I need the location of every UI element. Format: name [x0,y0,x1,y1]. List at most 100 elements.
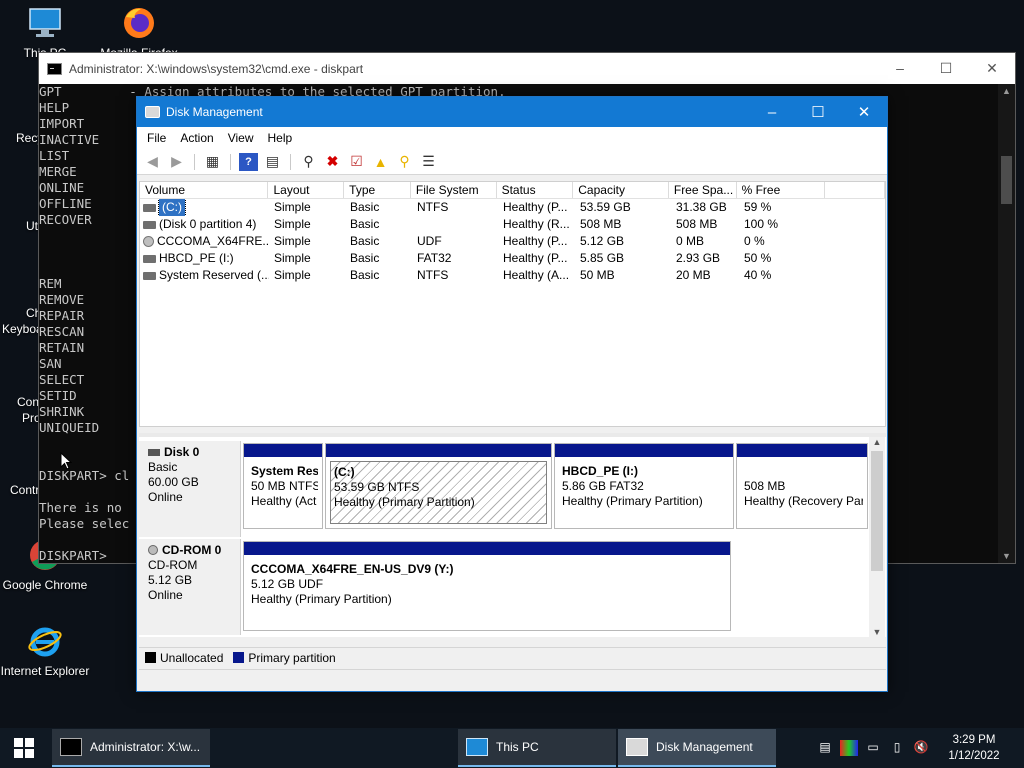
scrollbar-thumb[interactable] [871,451,883,571]
scroll-up-arrow-icon[interactable]: ▲ [869,437,885,447]
volume-row[interactable]: System Reserved (... Simple Basic NTFS Healt… [140,267,885,284]
partition-system-reserved[interactable]: System Rese 50 MB NTFS Healthy (Act [243,443,323,529]
network-icon[interactable]: ▤ [816,740,834,756]
scrollbar-thumb[interactable] [1001,156,1012,204]
dm-window-title: Disk Management [166,105,263,119]
disk-management-window[interactable]: Disk Management – ☐ ✕ File Action View H… [136,96,888,692]
disk-label[interactable]: Disk 0 Basic 60.00 GB Online [139,441,241,537]
partition-hbcd-pe[interactable]: HBCD_PE (I:) 5.86 GB FAT32 Healthy (Prim… [554,443,734,529]
close-button[interactable]: ✕ [841,97,887,127]
start-button[interactable] [0,728,48,768]
cmd-scrollbar[interactable]: ▲ ▼ [998,84,1015,563]
taskbar-button-disk-management[interactable]: Disk Management [618,729,776,767]
delete-icon[interactable]: ✖ [323,153,342,171]
search-folder-icon[interactable]: ⚲ [395,153,414,171]
scroll-up-arrow-icon[interactable]: ▲ [998,86,1015,96]
show-hide-console-tree-icon[interactable]: ▦ [203,153,222,171]
maximize-button[interactable]: ☐ [923,60,969,77]
partition-c[interactable]: (C:) 53.59 GB NTFS Healthy (Primary Part… [325,443,552,529]
properties-icon[interactable]: ▤ [263,153,282,171]
volume-row[interactable]: (Disk 0 partition 4) Simple Basic Healthy (… [140,216,885,233]
legend-label: Unallocated [160,650,224,665]
partition-cd-volume[interactable]: CCCOMA_X64FRE_EN-US_DV9 (Y:) 5.12 GB UDF… [243,541,731,631]
volume-cell-type: Basic [350,217,380,231]
partition-status: Healthy (Recovery Par [744,494,863,508]
toolbar-separator [290,153,291,170]
menu-file[interactable]: File [140,131,173,145]
close-button[interactable]: ✕ [969,60,1015,77]
volume-cell-free: 31.38 GB [676,200,727,214]
partition-body: (C:) 53.59 GB NTFS Healthy (Primary Part… [330,461,547,524]
cmd-title-bar[interactable]: Administrator: X:\windows\system32\cmd.e… [39,53,1015,84]
volume-cell-capacity: 53.59 GB [580,200,631,214]
speaker-muted-icon[interactable]: 🔇 [912,740,930,756]
check-icon[interactable]: ☑ [347,153,366,171]
partition-size: 50 MB NTFS [251,479,318,493]
folder-up-icon[interactable]: ▲ [371,153,390,171]
dm-title-bar[interactable]: Disk Management – ☐ ✕ [137,97,887,127]
volume-row[interactable]: HBCD_PE (I:) Simple Basic FAT32 Healthy (P..… [140,250,885,267]
column-header-capacity[interactable]: Capacity [573,182,669,198]
partition-status: Healthy (Primary Partition) [251,592,392,606]
volume-name: System Reserved (... [159,268,269,282]
taskbar-button-cmd[interactable]: Administrator: X:\w... [52,729,210,767]
menu-help[interactable]: Help [261,131,300,145]
display-icon[interactable]: ▭ [864,740,882,756]
legend-swatch-unallocated [145,652,156,663]
column-header-status[interactable]: Status [497,182,574,198]
volume-cell-layout: Simple [274,234,311,248]
column-header-volume[interactable]: Volume [140,182,269,198]
menu-view[interactable]: View [221,131,261,145]
column-header-free-space[interactable]: Free Spa... [669,182,737,198]
minimize-button[interactable]: – [877,60,923,77]
back-arrow-icon[interactable]: ◀ [143,153,162,171]
scroll-down-arrow-icon[interactable]: ▼ [998,551,1015,561]
volume-name: CCCOMA_X64FRE... [157,234,269,248]
status-bar [139,669,886,689]
mouse-pointer-icon [60,452,72,470]
volume-cell-type: Basic [350,251,380,265]
console-line: SELECT [39,372,85,387]
volume-row[interactable]: CCCOMA_X64FRE... Simple Basic UDF Healthy (P… [140,233,885,250]
column-header-percent-free[interactable]: % Free [737,182,826,198]
forward-arrow-icon[interactable]: ▶ [167,153,186,171]
help-icon[interactable]: ? [239,152,258,171]
maximize-button[interactable]: ☐ [795,97,841,127]
disk-graphical-view[interactable]: Disk 0 Basic 60.00 GB Online System Rese… [139,433,886,637]
partition-size: 5.12 GB UDF [251,577,324,591]
disk-row-disk-0[interactable]: Disk 0 Basic 60.00 GB Online System Rese… [139,441,871,537]
volume-row[interactable]: (C:) Simple Basic NTFS Healthy (P... 53.59 GB… [140,199,885,216]
console-line: IMPORT [39,116,85,131]
clock[interactable]: 3:29 PM 1/12/2022 [936,732,1012,764]
console-line: REPAIR [39,308,85,323]
menu-action[interactable]: Action [173,131,220,145]
volume-name: (C:) [158,199,186,216]
disk-row-cd-rom-0[interactable]: CD-ROM 0 CD-ROM 5.12 GB Online CCCOMA_X6… [139,539,871,635]
partition-status: Healthy (Primary Partition) [562,494,703,508]
list-view-icon[interactable]: ☰ [419,153,438,171]
connect-drive-icon[interactable]: ⚲ [299,153,318,171]
volume-list[interactable]: Volume Layout Type File System Status Ca… [139,181,886,427]
disk-size: 60.00 GB [148,475,199,489]
volume-cell-status: Healthy (P... [503,200,568,214]
partition-body: HBCD_PE (I:) 5.86 GB FAT32 Healthy (Prim… [559,461,729,524]
minimize-button[interactable]: – [749,97,795,127]
volume-cell-fs [412,216,498,233]
partition-recovery[interactable]: 508 MB Healthy (Recovery Par [736,443,868,529]
column-header-blank[interactable] [825,182,885,198]
this-pc-icon [466,738,488,756]
partition-title: System Rese [251,464,318,478]
disk-label[interactable]: CD-ROM 0 CD-ROM 5.12 GB Online [139,539,241,635]
column-header-layout[interactable]: Layout [268,182,345,198]
disk-view-scrollbar[interactable]: ▲ ▼ [869,437,885,637]
desktop-icon-internet-explorer[interactable]: Internet Explorer [0,624,90,678]
usb-icon[interactable]: ▯ [888,740,906,756]
taskbar-button-label: Administrator: X:\w... [90,740,201,754]
clock-time: 3:29 PM [952,734,996,746]
taskbar-button-this-pc[interactable]: This PC [458,729,616,767]
partition-bar [326,444,551,457]
column-header-file-system[interactable]: File System [411,182,497,198]
color-palette-icon[interactable] [840,740,858,756]
scroll-down-arrow-icon[interactable]: ▼ [869,627,885,637]
column-header-type[interactable]: Type [344,182,411,198]
